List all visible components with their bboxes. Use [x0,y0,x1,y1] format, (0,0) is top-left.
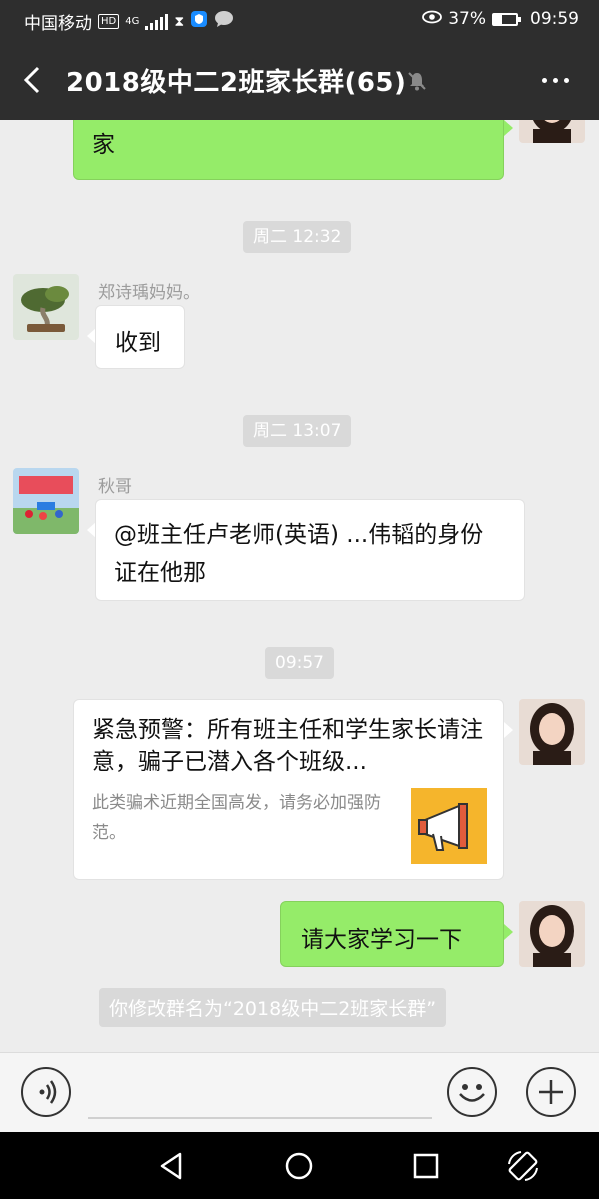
sender-name: 郑诗瑀妈妈。 [98,283,200,303]
message-text: 请大家学习一下 [301,927,462,953]
voice-icon[interactable] [21,1067,71,1117]
link-card-description: 此类骗术近期全国高发，请务必加强防范。 [92,793,381,843]
hd-badge: HD [98,14,120,29]
message-text: @班主任卢老师(英语) ...伟韬的身份证在他那 [114,522,484,586]
message-list[interactable]: 家 周二 12:32 郑诗瑀妈妈。 收到 周二 13:07 秋哥 @班主任卢老师… [0,120,599,1052]
link-card-title: 紧急预警：所有班主任和学生家长请注意，骗子已潜入各个班级... [92,717,483,775]
bubble-tail [504,120,513,136]
battery-percent: 37% [448,9,486,29]
message-bubble-self[interactable]: 家 [73,120,504,180]
timestamp: 09:57 [265,647,334,679]
carrier-label: 中国移动 [24,14,92,34]
timestamp: 周二 12:32 [243,221,352,253]
chat-title: 2018级中二2班家长群(65) [66,68,407,98]
signal-icon [145,13,169,30]
battery-icon [492,12,521,26]
bubble-tail [504,722,513,738]
chat-header: 2018级中二2班家长群(65) [0,40,599,120]
eye-icon [422,9,443,29]
network-label: 4G [125,16,140,27]
message-text: 收到 [115,330,161,356]
chat-bubble-icon [214,10,234,33]
link-card[interactable]: 紧急预警：所有班主任和学生家长请注意，骗子已潜入各个班级... 此类骗术近期全国… [73,699,504,880]
nav-home-icon[interactable] [281,1148,317,1184]
avatar-self[interactable] [519,699,585,765]
avatar-bonsai[interactable] [13,274,79,340]
sender-name: 秋哥 [98,477,132,497]
status-bar: 中国移动 HD 4G ⧗ 37% 09:59 [0,0,599,40]
message-bubble[interactable]: @班主任卢老师(英语) ...伟韬的身份证在他那 [95,499,525,601]
message-bubble-self[interactable]: 请大家学习一下 [280,901,504,967]
input-bar [0,1052,599,1133]
emoji-icon[interactable] [447,1067,497,1117]
megaphone-icon [411,788,487,864]
clock: 09:59 [530,9,579,29]
system-message: 你修改群名为“2018级中二2班家长群” [99,988,447,1027]
message-bubble[interactable]: 收到 [95,305,185,369]
bubble-tail [504,924,513,940]
avatar-self[interactable] [519,120,585,143]
message-input[interactable] [88,1117,432,1119]
avatar-event[interactable] [13,468,79,534]
timestamp: 周二 13:07 [243,415,352,447]
shield-icon [190,10,208,33]
nav-recents-icon[interactable] [408,1148,444,1184]
hourglass-icon: ⧗ [174,13,185,30]
avatar-self[interactable] [519,901,585,967]
system-nav-bar [0,1132,599,1199]
add-icon[interactable] [526,1067,576,1117]
more-options-icon[interactable] [537,68,573,92]
mute-bell-icon [406,70,428,96]
message-text: 家 [92,132,115,158]
nav-back-icon[interactable] [154,1148,190,1184]
rotate-screen-icon[interactable] [505,1148,541,1184]
back-arrow-icon[interactable] [16,62,52,98]
